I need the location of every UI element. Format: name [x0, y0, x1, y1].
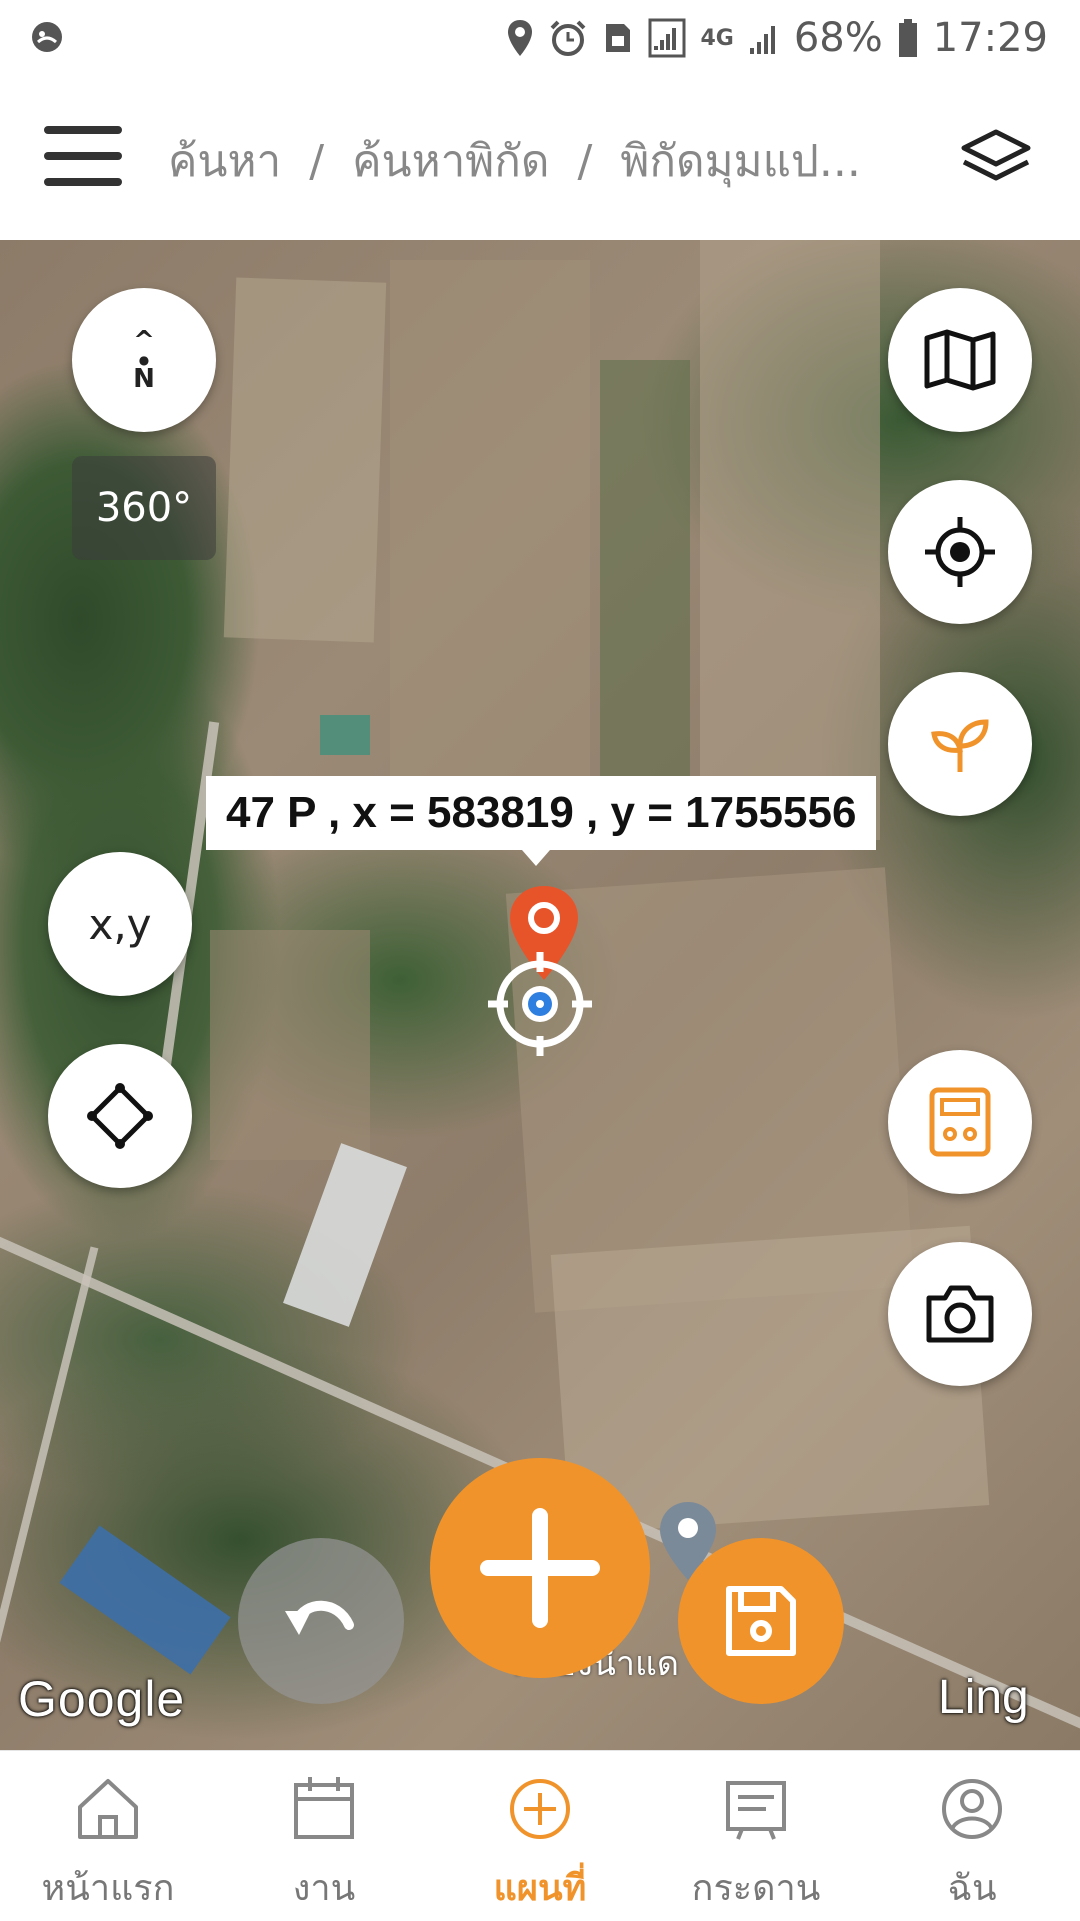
- layers-icon[interactable]: [958, 126, 1034, 190]
- breadcrumb-item-current: พิกัดมุมแป...: [620, 136, 861, 187]
- bottom-navigation: หน้าแรก งาน แผนที่ กระดาน ฉัน: [0, 1750, 1080, 1921]
- building-roof: [59, 1525, 231, 1675]
- signal-box-icon: [648, 18, 686, 58]
- menu-button[interactable]: [44, 126, 122, 186]
- building-roof: [283, 1143, 407, 1327]
- compass-icon: ^ ● N: [133, 326, 155, 394]
- location-icon: [508, 20, 533, 56]
- alarm-icon: [551, 20, 586, 56]
- coordinate-tooltip: 47 P , x = 583819 , y = 1755556: [206, 776, 877, 866]
- signal-icon: [749, 26, 775, 54]
- save-button[interactable]: [678, 1538, 844, 1704]
- undo-button[interactable]: [238, 1538, 404, 1704]
- home-icon: [78, 1779, 138, 1839]
- sprout-icon: [931, 719, 989, 772]
- battery-icon: [898, 19, 917, 57]
- plus-icon: [480, 1508, 600, 1628]
- breadcrumb-item-find-coordinate[interactable]: ค้นหาพิกัด: [352, 126, 549, 196]
- add-button[interactable]: [430, 1458, 650, 1678]
- nav-label: แผนที่: [493, 1868, 587, 1909]
- building-roof: [320, 715, 370, 755]
- crosshair-icon: [925, 517, 995, 587]
- map-label: Ling: [938, 1671, 1029, 1724]
- nav-label: งาน: [292, 1868, 356, 1909]
- polygon-icon: [87, 1083, 153, 1149]
- nav-item-profile[interactable]: ฉัน: [864, 1751, 1080, 1921]
- nav-item-tasks[interactable]: งาน: [216, 1751, 432, 1921]
- menu-icon-bar: [44, 152, 122, 160]
- nav-label: ฉัน: [947, 1868, 997, 1909]
- coordinate-text: 47 P , x = 583819 , y = 1755556: [226, 788, 857, 837]
- google-attribution: Google: [18, 1671, 186, 1727]
- breadcrumb-separator: /: [577, 135, 593, 187]
- calculator-button[interactable]: [888, 1050, 1032, 1194]
- field-patch: [223, 277, 387, 643]
- status-bar: 4G 68% 17:29: [0, 0, 1080, 78]
- compass-button[interactable]: ^ ● N: [72, 288, 216, 432]
- profile-icon: [942, 1779, 1002, 1839]
- menu-icon-bar: [44, 178, 122, 186]
- app-notification-icon: [32, 22, 62, 52]
- save-icon: [726, 1586, 796, 1656]
- network-type: 4G: [700, 25, 734, 51]
- map-add-icon: [510, 1779, 570, 1839]
- nav-label: หน้าแรก: [41, 1868, 175, 1909]
- field-patch: [700, 240, 880, 840]
- breadcrumb: ค้นหา / ค้นหาพิกัด / พิกัดมุมแป...: [168, 126, 861, 196]
- undo-icon: [285, 1600, 354, 1635]
- locate-button[interactable]: [888, 480, 1032, 624]
- polygon-button[interactable]: [48, 1044, 192, 1188]
- map-icon: [924, 329, 996, 391]
- field-patch: [600, 360, 690, 780]
- calendar-icon: [294, 1777, 354, 1839]
- board-icon: [726, 1781, 786, 1840]
- breadcrumb-item-search[interactable]: ค้นหา: [168, 126, 281, 196]
- map-type-button[interactable]: [888, 288, 1032, 432]
- sim-icon: [606, 24, 631, 52]
- field-patch: [210, 930, 370, 1160]
- nav-label: กระดาน: [691, 1868, 821, 1909]
- nav-item-map[interactable]: แผนที่: [432, 1751, 648, 1921]
- coordinate-button[interactable]: x,y: [48, 852, 192, 996]
- menu-icon-bar: [44, 126, 122, 134]
- nav-item-home[interactable]: หน้าแรก: [0, 1751, 216, 1921]
- battery-percent: 68%: [793, 15, 883, 61]
- field-patch: [390, 260, 590, 780]
- calculator-icon: [929, 1087, 991, 1157]
- camera-button[interactable]: [888, 1242, 1032, 1386]
- clock: 17:29: [932, 15, 1048, 61]
- nav-item-board[interactable]: กระดาน: [648, 1751, 864, 1921]
- tooltip-arrow: [522, 850, 550, 866]
- breadcrumb-separator: /: [309, 135, 325, 187]
- target-reticle-icon: [488, 952, 592, 1056]
- road: [0, 1246, 99, 1734]
- rotation-badge: 360°: [72, 456, 216, 560]
- camera-icon: [926, 1285, 994, 1343]
- app-header: ค้นหา / ค้นหาพิกัด / พิกัดมุมแป...: [0, 78, 1080, 240]
- plant-button[interactable]: [888, 672, 1032, 816]
